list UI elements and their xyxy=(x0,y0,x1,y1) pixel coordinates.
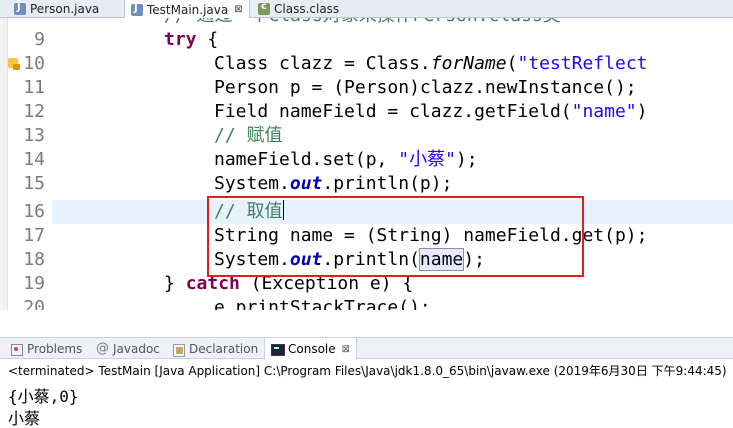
tab-person-java[interactable]: Person.java xyxy=(14,0,99,18)
code-line-15[interactable]: 15 System.out.println(p); xyxy=(0,172,733,196)
tab-label: TestMain.java xyxy=(147,2,229,17)
line-number: 11 xyxy=(23,77,45,98)
console-status: <terminated> TestMain [Java Application]… xyxy=(8,364,727,378)
tab-declaration[interactable]: Declaration xyxy=(172,338,258,360)
line-number: 12 xyxy=(23,101,45,122)
tab-problems[interactable]: Problems xyxy=(10,338,82,360)
code-line-10[interactable]: 10 Class clazz = Class.forName("testRefl… xyxy=(0,52,733,76)
red-annotation-box xyxy=(207,196,584,277)
tab-console[interactable]: Console ⊠ xyxy=(264,338,358,360)
view-tab-bar: Problems Javadoc Declaration Console ⊠ xyxy=(0,337,733,360)
code-line-13[interactable]: 13 // 赋值 xyxy=(0,124,733,148)
close-icon[interactable]: ⊠ xyxy=(342,344,350,355)
console-output-line: {小蔡,0} xyxy=(8,387,79,406)
close-icon[interactable]: ⊠ xyxy=(234,4,242,15)
tab-class-class[interactable]: Class.class xyxy=(258,0,339,18)
problems-icon xyxy=(10,343,23,356)
class-file-icon xyxy=(258,1,270,15)
line-number: 10 xyxy=(23,53,45,74)
declaration-icon xyxy=(172,343,185,357)
code-line-14[interactable]: 14 nameField.set(p, "小蔡"); xyxy=(0,148,733,172)
tab-label: Class.class xyxy=(274,2,340,16)
java-file-icon xyxy=(14,2,26,15)
code-line-12[interactable]: 12 Field nameField = clazz.getField("nam… xyxy=(0,100,733,124)
tab-testmain-java[interactable]: TestMain.java ⊠ xyxy=(124,0,250,19)
tab-javadoc[interactable]: Javadoc xyxy=(96,338,160,360)
code-line-11[interactable]: 11 Person p = (Person)clazz.newInstance(… xyxy=(0,76,733,100)
at-sign-icon xyxy=(96,341,109,356)
code-line-8[interactable]: // 通过一个Class对象来操作Person.class类 xyxy=(0,18,733,28)
line-number: 18 xyxy=(23,249,45,270)
code-line-20[interactable]: 20 e.printStackTrace(); xyxy=(0,296,733,310)
editor-tab-bar: Person.java TestMain.java ⊠ Class.class xyxy=(0,0,733,19)
code-editor[interactable]: // 通过一个Class对象来操作Person.class类 9 try { 1… xyxy=(0,18,733,310)
java-file-icon xyxy=(131,3,143,16)
code-line-9[interactable]: 9 try { xyxy=(0,28,733,52)
tab-label: Person.java xyxy=(30,2,100,16)
line-number: 9 xyxy=(34,29,45,50)
line-number: 17 xyxy=(23,225,45,246)
line-number: 20 xyxy=(23,297,45,310)
line-number: 19 xyxy=(23,273,45,294)
line-number: 13 xyxy=(23,125,45,146)
line-number: 16 xyxy=(23,201,45,222)
line-number: 14 xyxy=(23,149,45,170)
line-number: 15 xyxy=(23,173,45,194)
console-icon xyxy=(271,343,285,356)
console-output-line: 小蔡 xyxy=(8,409,41,428)
